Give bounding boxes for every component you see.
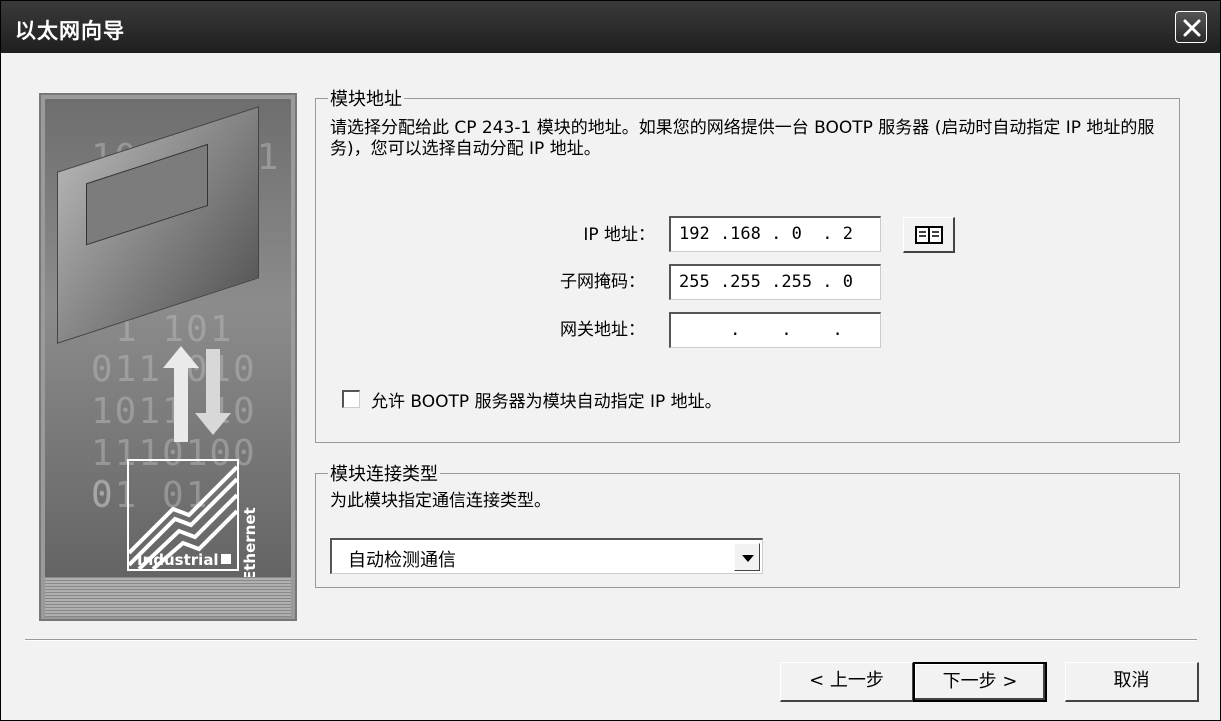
- group-title: 模块地址: [328, 85, 404, 111]
- address-description: 请选择分配给此 CP 243-1 模块的地址。如果您的网络提供一台 BOOTP …: [330, 118, 1155, 159]
- arrow-down-icon: [195, 349, 231, 435]
- window-title: 以太网向导: [15, 19, 125, 43]
- subnet-mask-field[interactable]: 255 .255 .255 . 0: [669, 264, 881, 300]
- next-button[interactable]: 下一步 >: [913, 662, 1047, 702]
- address-book-icon: [915, 226, 943, 244]
- ip-address-label: IP 地址：: [583, 225, 655, 245]
- ip-address-field[interactable]: 192 .168 . 0 . 2: [669, 216, 881, 252]
- title-bar[interactable]: 以太网向导: [1, 1, 1220, 53]
- close-button[interactable]: [1175, 11, 1207, 43]
- gateway-label: 网关地址：: [560, 320, 645, 340]
- chevron-down-icon[interactable]: [734, 543, 760, 571]
- button-separator: [25, 639, 1197, 641]
- industrial-label: Industrial: [137, 551, 219, 569]
- back-button[interactable]: < 上一步: [780, 662, 914, 702]
- close-icon: [1183, 19, 1201, 37]
- connection-type-select[interactable]: 自动检测通信: [330, 538, 763, 574]
- bootp-checkbox[interactable]: [342, 390, 360, 408]
- side-banner-image: 1001 101 1 101 011 010 1011 10 1110100 0…: [39, 93, 297, 621]
- cancel-button[interactable]: 取消: [1065, 662, 1199, 702]
- ip-address-book-button[interactable]: [903, 217, 955, 253]
- connection-type-value: 自动检测通信: [348, 550, 456, 571]
- ethernet-label: Ethernet: [241, 507, 259, 581]
- group-title: 模块连接类型: [328, 460, 440, 486]
- connection-description: 为此模块指定通信连接类型。: [330, 491, 551, 511]
- subnet-mask-label: 子网掩码：: [560, 272, 645, 292]
- banner-stripes: [45, 577, 291, 617]
- logo-square: [221, 554, 231, 564]
- arrow-up-icon: [163, 346, 199, 442]
- gateway-field[interactable]: . . .: [669, 312, 881, 348]
- banner-background: 1001 101 1 101 011 010 1011 10 1110100 0…: [45, 99, 291, 617]
- plc-panel: [86, 143, 208, 246]
- bootp-checkbox-label[interactable]: 允许 BOOTP 服务器为模块自动指定 IP 地址。: [371, 387, 722, 412]
- wizard-window: 以太网向导 1001 101 1 101 011 010 1011 10 111…: [0, 0, 1221, 721]
